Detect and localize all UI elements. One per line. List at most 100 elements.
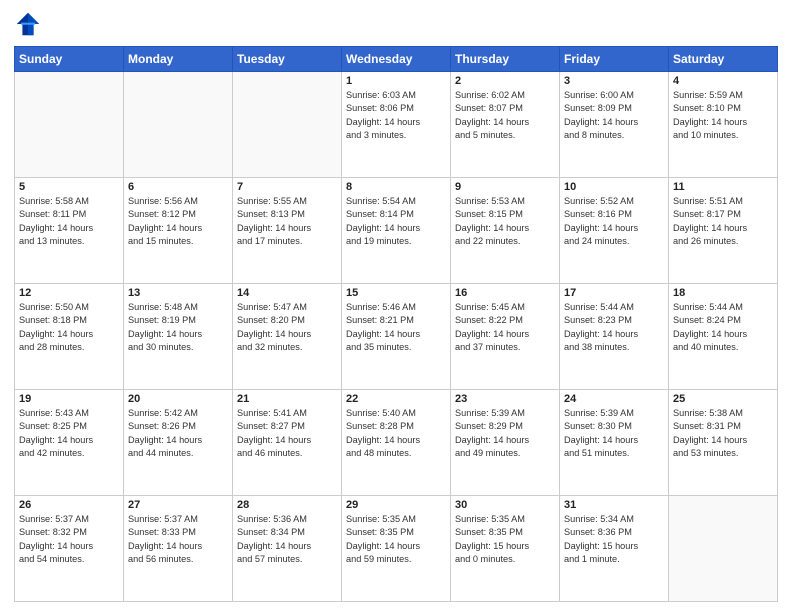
calendar-cell: 14 Sunrise: 5:47 AMSunset: 8:20 PMDayligh… xyxy=(233,284,342,390)
day-info: Sunrise: 5:40 AMSunset: 8:28 PMDaylight:… xyxy=(346,407,446,460)
day-info: Sunrise: 5:34 AMSunset: 8:36 PMDaylight:… xyxy=(564,513,664,566)
day-number: 8 xyxy=(346,181,446,193)
weekday-header-row: SundayMondayTuesdayWednesdayThursdayFrid… xyxy=(15,47,778,72)
calendar-cell: 8 Sunrise: 5:54 AMSunset: 8:14 PMDaylight… xyxy=(342,178,451,284)
day-number: 26 xyxy=(19,499,119,511)
day-info: Sunrise: 5:43 AMSunset: 8:25 PMDaylight:… xyxy=(19,407,119,460)
day-info: Sunrise: 5:37 AMSunset: 8:32 PMDaylight:… xyxy=(19,513,119,566)
calendar-cell: 17 Sunrise: 5:44 AMSunset: 8:23 PMDayligh… xyxy=(560,284,669,390)
calendar-cell: 21 Sunrise: 5:41 AMSunset: 8:27 PMDayligh… xyxy=(233,390,342,496)
calendar-table: SundayMondayTuesdayWednesdayThursdayFrid… xyxy=(14,46,778,602)
calendar-cell xyxy=(124,72,233,178)
day-info: Sunrise: 6:03 AMSunset: 8:06 PMDaylight:… xyxy=(346,89,446,142)
day-number: 19 xyxy=(19,393,119,405)
calendar-cell: 26 Sunrise: 5:37 AMSunset: 8:32 PMDayligh… xyxy=(15,496,124,602)
calendar-cell xyxy=(233,72,342,178)
week-row-3: 12 Sunrise: 5:50 AMSunset: 8:18 PMDayligh… xyxy=(15,284,778,390)
day-info: Sunrise: 5:48 AMSunset: 8:19 PMDaylight:… xyxy=(128,301,228,354)
calendar-cell: 6 Sunrise: 5:56 AMSunset: 8:12 PMDaylight… xyxy=(124,178,233,284)
day-number: 3 xyxy=(564,75,664,87)
day-number: 15 xyxy=(346,287,446,299)
day-number: 11 xyxy=(673,181,773,193)
day-number: 2 xyxy=(455,75,555,87)
day-info: Sunrise: 5:53 AMSunset: 8:15 PMDaylight:… xyxy=(455,195,555,248)
day-number: 5 xyxy=(19,181,119,193)
day-info: Sunrise: 5:50 AMSunset: 8:18 PMDaylight:… xyxy=(19,301,119,354)
day-info: Sunrise: 5:41 AMSunset: 8:27 PMDaylight:… xyxy=(237,407,337,460)
day-number: 6 xyxy=(128,181,228,193)
day-info: Sunrise: 5:45 AMSunset: 8:22 PMDaylight:… xyxy=(455,301,555,354)
day-number: 31 xyxy=(564,499,664,511)
calendar-cell: 11Sunrise: 5:51 AMSunset: 8:17 PMDayligh… xyxy=(669,178,778,284)
day-number: 14 xyxy=(237,287,337,299)
day-number: 12 xyxy=(19,287,119,299)
calendar-cell: 19 Sunrise: 5:43 AMSunset: 8:25 PMDayligh… xyxy=(15,390,124,496)
day-number: 27 xyxy=(128,499,228,511)
day-number: 4 xyxy=(673,75,773,87)
day-number: 1 xyxy=(346,75,446,87)
calendar-cell: 10Sunrise: 5:52 AMSunset: 8:16 PMDayligh… xyxy=(560,178,669,284)
week-row-1: 1 Sunrise: 6:03 AMSunset: 8:06 PMDaylight… xyxy=(15,72,778,178)
weekday-header-monday: Monday xyxy=(124,47,233,72)
day-info: Sunrise: 5:54 AMSunset: 8:14 PMDaylight:… xyxy=(346,195,446,248)
calendar-cell: 24 Sunrise: 5:39 AMSunset: 8:30 PMDayligh… xyxy=(560,390,669,496)
calendar-cell: 1 Sunrise: 6:03 AMSunset: 8:06 PMDaylight… xyxy=(342,72,451,178)
calendar-cell: 27 Sunrise: 5:37 AMSunset: 8:33 PMDayligh… xyxy=(124,496,233,602)
day-info: Sunrise: 5:37 AMSunset: 8:33 PMDaylight:… xyxy=(128,513,228,566)
calendar-cell: 5 Sunrise: 5:58 AMSunset: 8:11 PMDaylight… xyxy=(15,178,124,284)
logo-icon xyxy=(14,10,42,38)
day-number: 20 xyxy=(128,393,228,405)
day-info: Sunrise: 5:44 AMSunset: 8:24 PMDaylight:… xyxy=(673,301,773,354)
day-number: 9 xyxy=(455,181,555,193)
week-row-2: 5 Sunrise: 5:58 AMSunset: 8:11 PMDaylight… xyxy=(15,178,778,284)
day-number: 29 xyxy=(346,499,446,511)
day-info: Sunrise: 5:42 AMSunset: 8:26 PMDaylight:… xyxy=(128,407,228,460)
calendar-cell: 30Sunrise: 5:35 AMSunset: 8:35 PMDayligh… xyxy=(451,496,560,602)
calendar-cell: 25Sunrise: 5:38 AMSunset: 8:31 PMDayligh… xyxy=(669,390,778,496)
day-info: Sunrise: 5:39 AMSunset: 8:30 PMDaylight:… xyxy=(564,407,664,460)
day-info: Sunrise: 5:56 AMSunset: 8:12 PMDaylight:… xyxy=(128,195,228,248)
day-number: 16 xyxy=(455,287,555,299)
calendar-cell: 15 Sunrise: 5:46 AMSunset: 8:21 PMDayligh… xyxy=(342,284,451,390)
day-number: 30 xyxy=(455,499,555,511)
calendar-cell: 29 Sunrise: 5:35 AMSunset: 8:35 PMDayligh… xyxy=(342,496,451,602)
weekday-header-friday: Friday xyxy=(560,47,669,72)
day-info: Sunrise: 5:55 AMSunset: 8:13 PMDaylight:… xyxy=(237,195,337,248)
calendar-cell: 7 Sunrise: 5:55 AMSunset: 8:13 PMDaylight… xyxy=(233,178,342,284)
calendar-cell: 23 Sunrise: 5:39 AMSunset: 8:29 PMDayligh… xyxy=(451,390,560,496)
weekday-header-saturday: Saturday xyxy=(669,47,778,72)
page: SundayMondayTuesdayWednesdayThursdayFrid… xyxy=(0,0,792,612)
day-info: Sunrise: 5:35 AMSunset: 8:35 PMDaylight:… xyxy=(346,513,446,566)
day-number: 21 xyxy=(237,393,337,405)
day-info: Sunrise: 5:44 AMSunset: 8:23 PMDaylight:… xyxy=(564,301,664,354)
day-number: 28 xyxy=(237,499,337,511)
weekday-header-tuesday: Tuesday xyxy=(233,47,342,72)
day-info: Sunrise: 5:47 AMSunset: 8:20 PMDaylight:… xyxy=(237,301,337,354)
day-number: 13 xyxy=(128,287,228,299)
day-number: 24 xyxy=(564,393,664,405)
day-info: Sunrise: 5:52 AMSunset: 8:16 PMDaylight:… xyxy=(564,195,664,248)
day-info: Sunrise: 5:36 AMSunset: 8:34 PMDaylight:… xyxy=(237,513,337,566)
day-info: Sunrise: 5:39 AMSunset: 8:29 PMDaylight:… xyxy=(455,407,555,460)
calendar-cell: 20 Sunrise: 5:42 AMSunset: 8:26 PMDayligh… xyxy=(124,390,233,496)
weekday-header-thursday: Thursday xyxy=(451,47,560,72)
calendar-cell: 12 Sunrise: 5:50 AMSunset: 8:18 PMDayligh… xyxy=(15,284,124,390)
weekday-header-sunday: Sunday xyxy=(15,47,124,72)
day-number: 22 xyxy=(346,393,446,405)
calendar-cell: 2 Sunrise: 6:02 AMSunset: 8:07 PMDaylight… xyxy=(451,72,560,178)
calendar-cell: 18Sunrise: 5:44 AMSunset: 8:24 PMDayligh… xyxy=(669,284,778,390)
header xyxy=(14,10,778,38)
weekday-header-wednesday: Wednesday xyxy=(342,47,451,72)
week-row-4: 19 Sunrise: 5:43 AMSunset: 8:25 PMDayligh… xyxy=(15,390,778,496)
day-info: Sunrise: 5:58 AMSunset: 8:11 PMDaylight:… xyxy=(19,195,119,248)
day-info: Sunrise: 5:59 AMSunset: 8:10 PMDaylight:… xyxy=(673,89,773,142)
day-info: Sunrise: 5:46 AMSunset: 8:21 PMDaylight:… xyxy=(346,301,446,354)
day-info: Sunrise: 5:38 AMSunset: 8:31 PMDaylight:… xyxy=(673,407,773,460)
logo xyxy=(14,10,46,38)
day-info: Sunrise: 6:00 AMSunset: 8:09 PMDaylight:… xyxy=(564,89,664,142)
day-number: 17 xyxy=(564,287,664,299)
day-number: 23 xyxy=(455,393,555,405)
day-info: Sunrise: 6:02 AMSunset: 8:07 PMDaylight:… xyxy=(455,89,555,142)
day-number: 7 xyxy=(237,181,337,193)
calendar-cell xyxy=(15,72,124,178)
